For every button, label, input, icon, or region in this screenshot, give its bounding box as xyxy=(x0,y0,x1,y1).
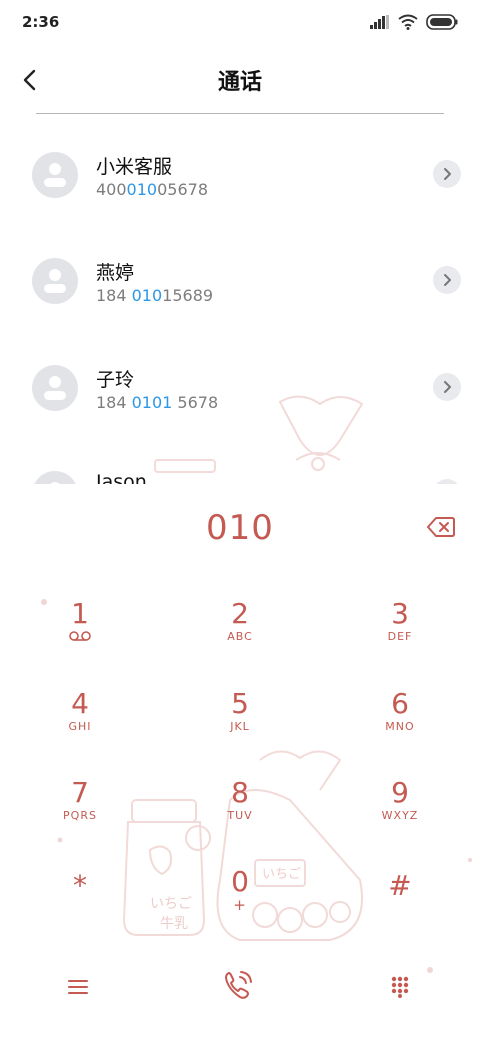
key-digit: * xyxy=(73,869,87,902)
battery-icon xyxy=(426,14,458,30)
key-letters: + xyxy=(233,896,247,914)
voicemail-icon xyxy=(69,631,91,641)
key-letters: MNO xyxy=(385,720,415,733)
contact-details-button[interactable] xyxy=(433,266,461,294)
key-digit: 8 xyxy=(231,776,249,809)
key-2[interactable]: 2 ABC xyxy=(180,598,300,668)
person-icon xyxy=(44,376,66,400)
back-button[interactable] xyxy=(14,64,46,96)
key-letters: WXYZ xyxy=(381,809,419,822)
key-digit: 1 xyxy=(71,597,89,630)
list-item[interactable]: 子玲 184 0101 5678 xyxy=(0,349,480,429)
key-digit: 3 xyxy=(391,597,409,630)
key-letters: GHI xyxy=(68,720,92,733)
key-7[interactable]: 7 PQRS xyxy=(20,777,140,847)
wifi-icon xyxy=(398,14,418,30)
key-letters: PQRS xyxy=(63,809,97,822)
contact-details-button[interactable] xyxy=(433,160,461,188)
avatar xyxy=(32,152,78,198)
person-icon xyxy=(44,269,66,293)
contact-name: 子玲 xyxy=(96,369,135,391)
contact-number: 184 0101 5678 xyxy=(96,393,219,412)
key-digit: 6 xyxy=(391,687,409,720)
signal-icon xyxy=(370,15,389,29)
list-item[interactable]: 小米客服 40001005678 xyxy=(0,136,480,216)
person-icon xyxy=(50,482,60,484)
key-digit: 7 xyxy=(71,776,89,809)
contact-details-button[interactable] xyxy=(433,373,461,401)
menu-icon xyxy=(68,980,88,994)
person-icon xyxy=(44,163,66,187)
key-letters: ABC xyxy=(227,630,253,643)
call-button[interactable] xyxy=(213,963,263,1007)
chevron-right-icon xyxy=(444,381,451,393)
key-letters: DEF xyxy=(387,630,413,643)
key-digit: 5 xyxy=(231,687,249,720)
header: 通话 xyxy=(0,56,480,104)
key-digit: 2 xyxy=(231,597,249,630)
backspace-button[interactable] xyxy=(424,512,458,542)
keypad-icon xyxy=(391,976,409,998)
chevron-right-icon xyxy=(444,168,451,180)
menu-button[interactable] xyxy=(53,965,103,1009)
contact-list: 小米客服 40001005678 燕婷 184 01015689 子玲 184 … xyxy=(0,114,480,484)
contact-name: 小米客服 xyxy=(96,156,173,178)
dialed-number: 010 xyxy=(206,508,274,548)
key-digit: 4 xyxy=(71,687,89,720)
key-6[interactable]: 6 MNO xyxy=(340,688,460,758)
key-letters: JKL xyxy=(230,720,250,733)
key-hash[interactable]: # xyxy=(340,870,460,940)
contact-name: 燕婷 xyxy=(96,262,135,284)
key-0[interactable]: 0 + xyxy=(180,866,300,936)
key-digit: 9 xyxy=(391,776,409,809)
backspace-icon xyxy=(427,517,455,537)
list-item[interactable]: 燕婷 184 01015689 xyxy=(0,242,480,322)
keypad-button[interactable] xyxy=(375,965,425,1009)
avatar xyxy=(32,471,78,484)
status-time: 2:36 xyxy=(22,13,60,31)
avatar xyxy=(32,365,78,411)
page-title: 通话 xyxy=(217,70,262,95)
contact-number: 40001005678 xyxy=(96,180,208,199)
key-1[interactable]: 1 xyxy=(20,598,140,668)
list-item[interactable]: Jason xyxy=(0,455,480,484)
key-3[interactable]: 3 DEF xyxy=(340,598,460,668)
key-5[interactable]: 5 JKL xyxy=(180,688,300,758)
contact-number: 184 01015689 xyxy=(96,286,214,305)
chevron-right-icon xyxy=(444,274,451,286)
key-star[interactable]: * xyxy=(20,870,140,940)
key-letters: TUV xyxy=(227,809,253,822)
key-9[interactable]: 9 WXYZ xyxy=(340,777,460,847)
contact-details-button[interactable] xyxy=(433,479,461,484)
key-digit: 0 xyxy=(231,865,249,898)
phone-call-icon xyxy=(225,971,252,999)
avatar xyxy=(32,258,78,304)
key-4[interactable]: 4 GHI xyxy=(20,688,140,758)
status-bar: 2:36 xyxy=(0,0,480,44)
key-digit: # xyxy=(388,869,412,902)
status-icons xyxy=(370,14,458,30)
chevron-left-icon xyxy=(23,69,36,91)
contact-name: Jason xyxy=(96,471,147,484)
key-8[interactable]: 8 TUV xyxy=(180,777,300,847)
